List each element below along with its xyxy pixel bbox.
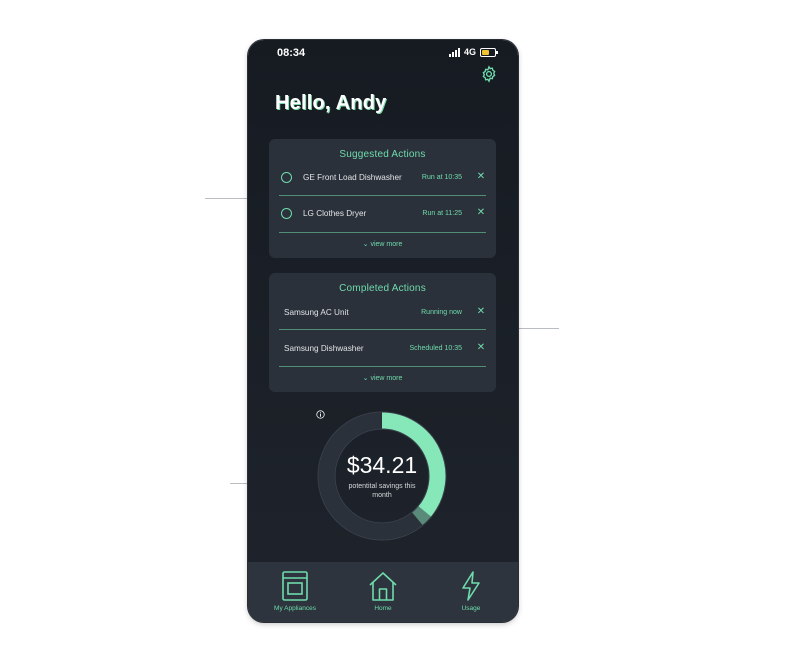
lightning-icon [462,571,480,601]
nav-label: My Appliances [274,605,316,612]
completed-actions-title: Completed Actions [339,283,426,294]
suggested-item-time: Run at 11:25 [422,209,462,217]
phone-screen: 08:34 4G Hello, Andy Suggested Actions G… [248,40,518,622]
completed-item[interactable]: Samsung AC Unit Running now ✕ [279,297,486,327]
close-icon[interactable]: ✕ [476,343,486,353]
gear-icon[interactable] [480,65,498,83]
suggested-actions-card: Suggested Actions GE Front Load Dishwash… [269,139,496,258]
checkbox-circle-icon[interactable] [281,207,292,219]
suggested-item[interactable]: GE Front Load Dishwasher Run at 10:35 ✕ [279,162,486,192]
battery-fill [482,49,490,55]
completed-item[interactable]: Samsung Dishwasher Scheduled 10:35 ✕ [279,333,486,363]
completed-item-name: Samsung AC Unit [284,307,349,317]
divider [279,232,486,233]
suggested-item[interactable]: LG Clothes Dryer Run at 11:25 ✕ [279,198,486,228]
suggested-item-name: GE Front Load Dishwasher [303,172,402,182]
nav-usage[interactable]: Usage [436,570,506,612]
status-bar-right: 4G [448,47,498,57]
status-time: 08:34 [277,47,306,59]
appliance-icon [282,571,308,601]
close-icon[interactable]: ✕ [476,307,486,317]
close-icon[interactable]: ✕ [476,172,486,182]
network-label: 4G [463,47,476,57]
completed-item-status: Scheduled 10:35 [409,344,462,352]
battery-icon [480,47,498,57]
savings-amount: $34.21 [346,452,418,478]
completed-view-more-link[interactable]: ⌄ view more [269,374,496,382]
nav-my-appliances[interactable]: My Appliances [260,570,330,612]
greeting-title: Hello, Andy [275,92,387,114]
savings-label: potentital savings this month [348,483,416,499]
completed-item-name: Samsung Dishwasher [284,343,364,353]
divider [279,366,486,367]
suggested-item-time: Run at 10:35 [421,173,462,181]
suggested-actions-title: Suggested Actions [339,149,426,160]
suggested-view-more-link[interactable]: ⌄ view more [269,240,496,248]
nav-home[interactable]: Home [348,570,418,612]
savings-donut: $34.21 potentital savings this month [316,410,448,542]
divider [279,329,486,330]
nav-label: Usage [461,605,481,612]
bottom-navigation: My Appliances Home Usage [248,562,518,622]
divider [279,195,486,196]
suggested-item-name: LG Clothes Dryer [303,208,367,218]
close-icon[interactable]: ✕ [476,208,486,218]
completed-actions-card: Completed Actions Samsung AC Unit Runnin… [269,273,496,392]
checkbox-circle-icon[interactable] [281,171,292,183]
nav-label: Home [374,605,392,612]
home-icon [369,572,397,601]
info-icon[interactable] [316,410,325,419]
signal-icon [448,47,460,57]
completed-item-status: Running now [421,308,462,316]
